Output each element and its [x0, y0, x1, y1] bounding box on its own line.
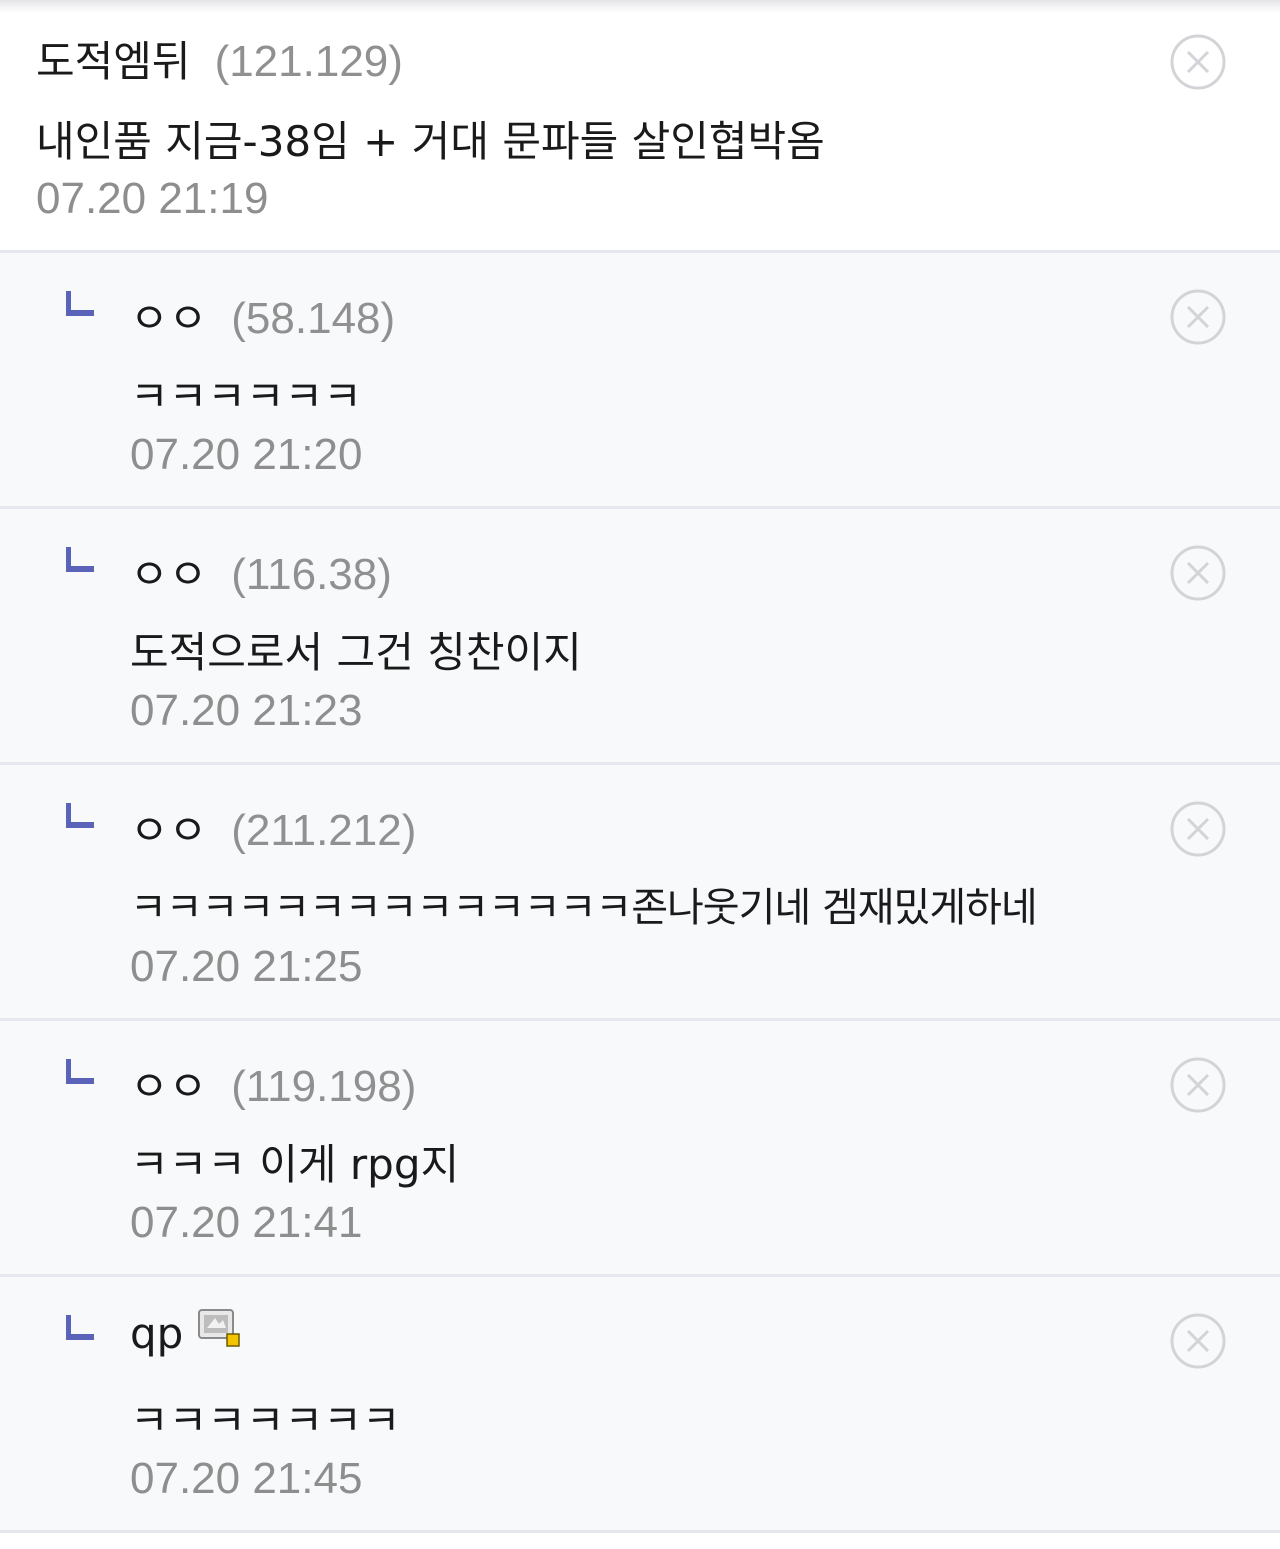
- close-circle-icon[interactable]: [1170, 1313, 1226, 1369]
- reply-arrow-icon: [66, 803, 94, 828]
- comment-text: ㅋㅋㅋㅋㅋㅋㅋㅋㅋㅋㅋㅋㅋㅋ존나웃기네 겜재밌게하네: [130, 885, 1038, 931]
- comment-date: 07.20 21:23: [130, 686, 363, 735]
- comment-meta: qp: [130, 1308, 243, 1358]
- reply-item: qp ㅋㅋㅋㅋㅋㅋㅋ 07.20 21:45: [0, 1277, 1280, 1533]
- reply-arrow-icon: [66, 1315, 94, 1340]
- comment-nickname[interactable]: 도적엠뒤: [36, 28, 191, 89]
- comment-meta: ㅇㅇ (119.198): [130, 1053, 416, 1114]
- close-circle-icon[interactable]: [1170, 801, 1226, 857]
- comment-text: ㅋㅋㅋ 이게 rpg지: [130, 1140, 460, 1189]
- comment-meta: ㅇㅇ (211.212): [130, 797, 416, 858]
- reply-item: ㅇㅇ (211.212) ㅋㅋㅋㅋㅋㅋㅋㅋㅋㅋㅋㅋㅋㅋ존나웃기네 겜재밌게하네 …: [0, 765, 1280, 1021]
- close-circle-icon[interactable]: [1170, 1057, 1226, 1113]
- comment-meta: ㅇㅇ (58.148): [130, 285, 395, 346]
- comment-date: 07.20 21:19: [36, 174, 269, 223]
- close-circle-icon[interactable]: [1170, 545, 1226, 601]
- comment-nickname[interactable]: qp: [130, 1309, 183, 1358]
- reply-arrow-icon: [66, 291, 94, 316]
- comment-nickname[interactable]: ㅇㅇ: [130, 1053, 207, 1114]
- comment-meta: 도적엠뒤 (121.129): [36, 28, 403, 89]
- fixed-nick-member-icon: [198, 1308, 241, 1347]
- reply-item: ㅇㅇ (58.148) ㅋㅋㅋㅋㅋㅋ 07.20 21:20: [0, 253, 1280, 509]
- comment-ip: (211.212): [231, 806, 417, 855]
- comment-nickname[interactable]: ㅇㅇ: [130, 285, 207, 346]
- reply-arrow-icon: [66, 547, 94, 572]
- close-circle-icon[interactable]: [1170, 289, 1226, 345]
- comment-ip: (58.148): [231, 294, 396, 343]
- top-shadow: [0, 0, 1280, 14]
- reply-item: ㅇㅇ (119.198) ㅋㅋㅋ 이게 rpg지 07.20 21:41: [0, 1021, 1280, 1277]
- reply-item: ㅇㅇ (116.38) 도적으로서 그건 칭찬이지 07.20 21:23: [0, 509, 1280, 765]
- comment-date: 07.20 21:20: [130, 430, 363, 479]
- comment-date: 07.20 21:41: [130, 1198, 363, 1247]
- comment-ip: (116.38): [231, 550, 392, 599]
- comment-item: 도적엠뒤 (121.129) 내인품 지금-38임 + 거대 문파들 살인협박옴…: [0, 14, 1280, 253]
- comment-ip: (119.198): [231, 1062, 417, 1111]
- comment-nickname[interactable]: ㅇㅇ: [130, 797, 207, 858]
- comment-date: 07.20 21:25: [130, 942, 363, 991]
- close-circle-icon[interactable]: [1170, 34, 1226, 90]
- comment-nickname[interactable]: ㅇㅇ: [130, 541, 207, 602]
- comment-meta: ㅇㅇ (116.38): [130, 541, 392, 602]
- reply-arrow-icon: [66, 1059, 94, 1084]
- comment-text: ㅋㅋㅋㅋㅋㅋㅋ: [130, 1396, 401, 1445]
- comment-ip: (121.129): [214, 37, 403, 86]
- comment-text: 내인품 지금-38임 + 거대 문파들 살인협박옴: [36, 117, 825, 166]
- comment-text: 도적으로서 그건 칭찬이지: [130, 628, 582, 677]
- comment-date: 07.20 21:45: [130, 1454, 363, 1503]
- comment-text: ㅋㅋㅋㅋㅋㅋ: [130, 372, 362, 421]
